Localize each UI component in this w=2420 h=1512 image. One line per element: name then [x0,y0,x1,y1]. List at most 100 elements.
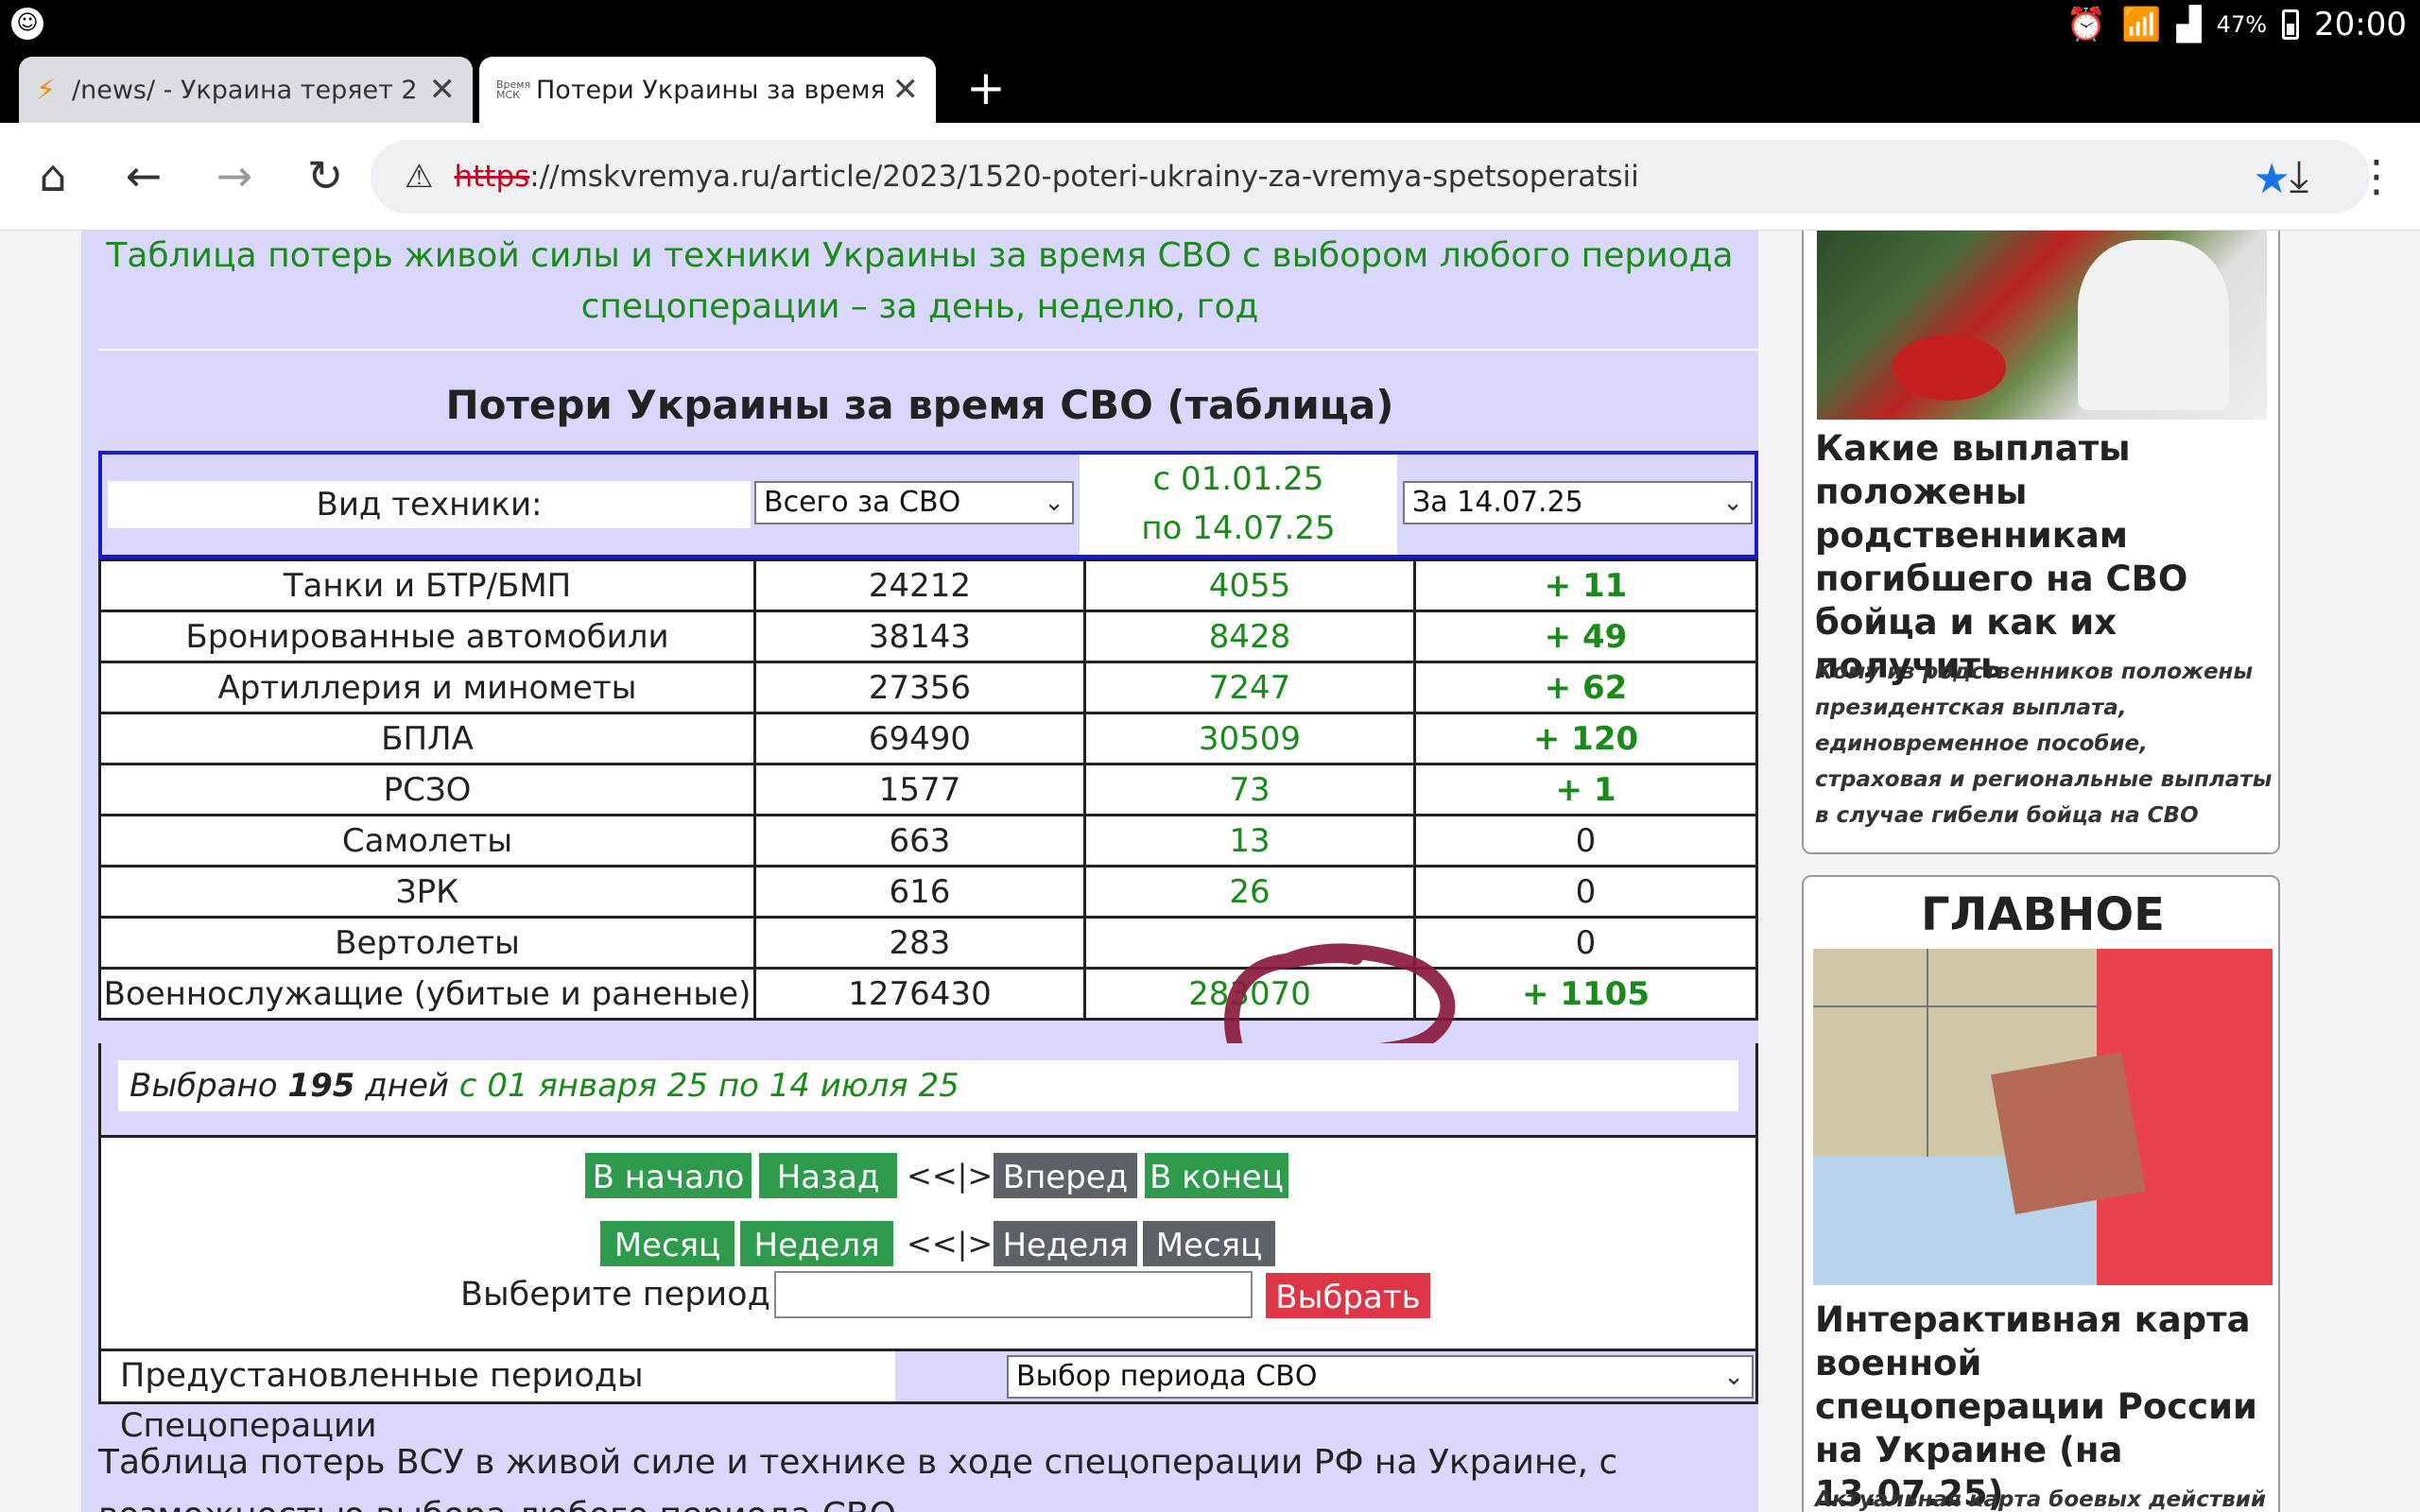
new-tab-icon[interactable]: + [966,60,1006,115]
map-border [1813,1005,2097,1007]
tab-title: Потери Украины за время [536,75,883,105]
selected-prefix: Выбрано [130,1067,278,1105]
back-icon[interactable]: ← [115,147,172,204]
selected-summary: Выбрано 195 дней с 01 января 25 по 14 ию… [98,1043,1758,1138]
period-navigation: В начало Назад <<|>> Вперед В конец Меся… [98,1138,1758,1351]
row-total: 27356 [753,661,1086,714]
total-select-value: Всего за СВО [764,486,961,519]
to-start-button[interactable]: В начало [583,1151,753,1200]
address-bar[interactable]: ⚠ https://mskvremya.ru/article/2023/1520… [371,140,2370,214]
sidebar: Какие выплаты положены родственникам пог… [1777,231,2325,1512]
download-icon[interactable]: ⤓ [2271,147,2327,204]
row-period: 8428 [1083,610,1416,663]
row-day: + 49 [1413,610,1758,663]
preset-select[interactable]: Выбор периода СВО ⌄ [1007,1355,1754,1399]
table-row: Военнослужащие (убитые и раненые) 1276430… [98,967,1758,1021]
to-end-button[interactable]: В конец [1143,1151,1290,1200]
status-bar: ☺ ⏰ 📶 ▟ 47% 20:00 [0,0,2420,49]
reload-icon[interactable]: ↻ [297,147,354,204]
home-icon[interactable]: ⌂ [25,147,81,204]
article-title[interactable]: Какие выплаты положены родственникам пог… [1815,427,2278,688]
row-name: РСЗО [98,763,756,816]
period-input[interactable] [774,1271,1253,1318]
tab-losses[interactable]: Время МСК Потери Украины за время ✕ [479,57,936,123]
row-total: 1577 [753,763,1086,816]
week-back-button[interactable]: Неделя [738,1219,895,1268]
row-name: БПЛА [98,712,756,765]
row-day: + 1105 [1413,967,1758,1021]
row-period: 73 [1083,763,1416,816]
row-day: + 11 [1413,558,1758,612]
table-row: БПЛА 69490 30509 + 120 [98,712,1758,765]
row-name: Вертолеты [98,916,756,970]
period-range: с 01.01.25 по 14.07.25 [1080,455,1397,555]
close-tab-icon[interactable]: ✕ [892,71,920,109]
close-tab-icon[interactable]: ✕ [429,71,457,109]
forward-icon[interactable]: → [206,147,263,204]
warning-icon[interactable]: ⚠ [405,158,433,196]
wifi-icon: 📶 [2121,6,2162,43]
losses-table: Танки и БТР/БМП 24212 4055 + 11 Бронированны… [98,558,1758,1021]
month-back-button[interactable]: Месяц [598,1219,736,1268]
month-forward-button[interactable]: Месяц [1141,1219,1277,1268]
app-notification-icon: ☺ [11,8,43,40]
url-scheme: https [454,160,530,194]
row-total: 69490 [753,712,1086,765]
row-name: Военнослужащие (убитые и раненые) [98,967,756,1021]
day-select[interactable]: За 14.07.25 ⌄ [1403,481,1753,524]
row-total: 24212 [753,558,1086,612]
web-page: Таблица потерь живой силы и техники Укра… [0,231,2420,1512]
row-period: 26 [1083,865,1416,919]
article-card-map[interactable]: ГЛАВНОЕ Интерактивная карта военной спец… [1802,875,2280,1512]
row-day: + 1 [1413,763,1758,816]
row-day: 0 [1413,916,1758,970]
vid-label: Вид техники: [108,481,751,528]
row-day: + 120 [1413,712,1758,765]
alarm-icon: ⏰ [2066,6,2107,43]
chevron-down-icon: ⌄ [1044,489,1064,517]
chevron-down-icon: ⌄ [1723,1363,1744,1391]
forward-button[interactable]: Вперед [992,1151,1139,1200]
table-row: Бронированные автомобили 38143 8428 + 49 [98,610,1758,663]
article-photo[interactable] [1817,231,2267,420]
row-name: Бронированные автомобили [98,610,756,663]
row-total: 663 [753,814,1086,868]
article-title[interactable]: Интерактивная карта военной спецоперации… [1815,1298,2278,1512]
menu-icon[interactable]: ⋮ [2348,147,2405,204]
table-title: Потери Украины за время СВО (таблица) [445,382,1394,428]
row-period: 13 [1083,814,1416,868]
chevron-down-icon: ⌄ [1722,489,1743,517]
clock: 20:00 [2314,6,2407,43]
table-row: РСЗО 1577 73 + 1 [98,763,1758,816]
tab-news[interactable]: ⚡ /news/ - Украина теряет 2 т ✕ [19,57,473,123]
row-name: Танки и БТР/БМП [98,558,756,612]
article-card-payments[interactable]: Какие выплаты положены родственникам пог… [1802,231,2280,854]
row-period: 4055 [1083,558,1416,612]
page-subtitle: Таблица потерь живой силы и техники Укра… [106,236,1734,326]
row-name: Самолеты [98,814,756,868]
table-row: Артиллерия и минометы 27356 7247 + 62 [98,661,1758,714]
url-rest: ://mskvremya.ru/article/2023/1520-poteri… [529,160,1639,194]
choose-period-label: Выберите период: [460,1276,782,1314]
preset-select-value: Выбор периода СВО [1016,1360,1318,1393]
table-row: Самолеты 663 13 0 [98,814,1758,868]
back-button[interactable]: Назад [757,1151,899,1200]
photo-detail [2078,240,2229,410]
lightning-icon: ⚡ [36,73,57,107]
mskvremya-icon: Время МСК [496,78,531,101]
row-total: 38143 [753,610,1086,663]
preset-label: Предустановленные периоды Спецоперации [101,1351,895,1445]
article-teaser: Кому из родственников положены президент… [1815,660,2273,828]
row-name: Артиллерия и минометы [98,661,756,714]
map-thumbnail[interactable] [1813,949,2273,1285]
choose-button[interactable]: Выбрать [1264,1271,1432,1320]
day-select-value: За 14.07.25 [1412,486,1583,519]
battery-icon [2282,9,2300,40]
total-select[interactable]: Всего за СВО ⌄ [754,481,1074,524]
row-day: 0 [1413,814,1758,868]
table-row: ЗРК 616 26 0 [98,865,1758,919]
row-period: 30509 [1083,712,1416,765]
week-forward-button[interactable]: Неделя [992,1219,1139,1268]
row-total: 283 [753,916,1086,970]
map-region [1991,1051,2146,1215]
